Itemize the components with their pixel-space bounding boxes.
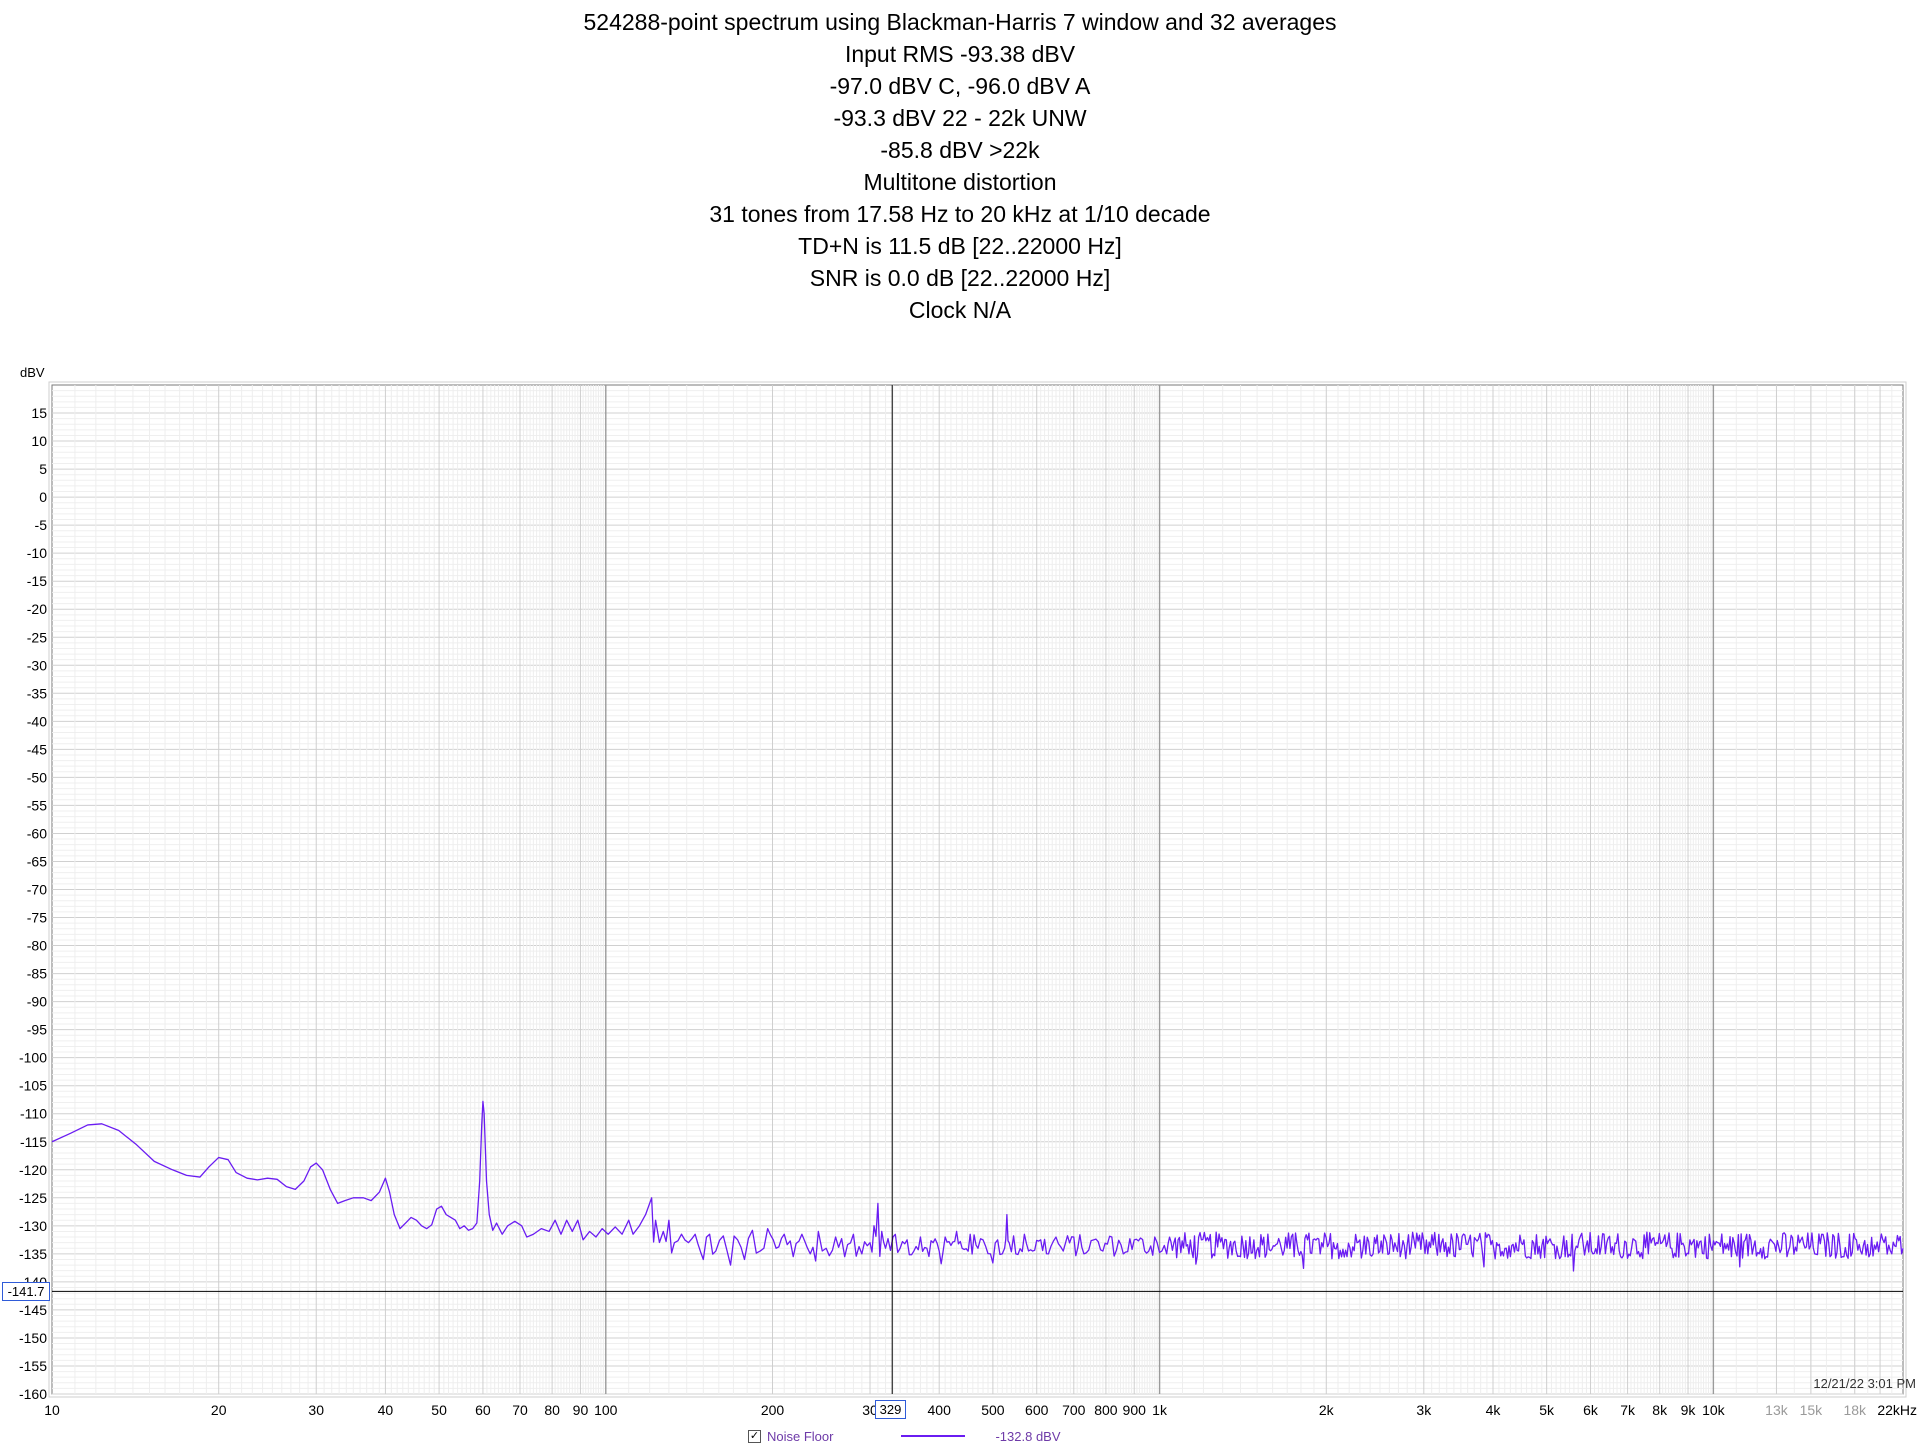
x-tick-label: 13k xyxy=(1765,1402,1789,1418)
x-tick-label: 7k xyxy=(1620,1402,1636,1418)
cursor-x-readout[interactable]: 329 xyxy=(875,1400,906,1419)
legend-checkbox[interactable]: ✓ xyxy=(748,1429,761,1443)
x-tick-label: 100 xyxy=(594,1402,618,1418)
y-tick-label: -25 xyxy=(27,629,47,645)
x-tick-label: 2k xyxy=(1319,1402,1335,1418)
x-tick-label: 10 xyxy=(44,1402,60,1418)
y-tick-label: 5 xyxy=(39,461,47,477)
y-tick-label: -115 xyxy=(20,1134,47,1150)
y-tick-label: -130 xyxy=(19,1218,47,1234)
y-tick-label: -90 xyxy=(27,994,47,1010)
y-tick-label: -50 xyxy=(27,769,47,785)
y-tick-label: -55 xyxy=(27,797,47,813)
y-tick-label: -40 xyxy=(27,713,47,729)
y-tick-label: 0 xyxy=(39,489,47,505)
x-tick-label: 15k xyxy=(1800,1402,1824,1418)
y-tick-label: -145 xyxy=(19,1302,47,1318)
legend-series-name: Noise Floor xyxy=(767,1428,834,1444)
x-tick-label: 8k xyxy=(1652,1402,1668,1418)
y-tick-label: -65 xyxy=(27,853,47,869)
y-tick-label: -30 xyxy=(27,657,47,673)
x-tick-label: 80 xyxy=(544,1402,560,1418)
timestamp-label: 12/21/22 3:01 PM xyxy=(1813,1376,1916,1391)
x-tick-label: 50 xyxy=(431,1402,447,1418)
y-tick-label: -105 xyxy=(19,1078,47,1094)
x-tick-label: 22kHz xyxy=(1877,1402,1917,1418)
y-tick-label: -100 xyxy=(19,1050,47,1066)
y-tick-label: -70 xyxy=(27,882,47,898)
legend-series-value: -132.8 dBV xyxy=(995,1428,1061,1444)
y-tick-label: -5 xyxy=(35,517,48,533)
x-tick-label: 700 xyxy=(1062,1402,1086,1418)
x-tick-label: 200 xyxy=(761,1402,785,1418)
x-tick-label: 400 xyxy=(928,1402,952,1418)
y-axis-unit-label: dBV xyxy=(20,365,45,380)
x-tick-label: 60 xyxy=(475,1402,491,1418)
y-tick-label: -20 xyxy=(27,601,47,617)
x-tick-label: 20 xyxy=(211,1402,227,1418)
x-tick-label: 18k xyxy=(1843,1402,1867,1418)
y-tick-label: -160 xyxy=(19,1386,47,1402)
y-tick-label: -125 xyxy=(19,1190,47,1206)
y-tick-label: -60 xyxy=(27,825,47,841)
x-tick-label: 600 xyxy=(1025,1402,1049,1418)
x-tick-label: 4k xyxy=(1486,1402,1502,1418)
x-tick-label: 40 xyxy=(378,1402,394,1418)
y-tick-label: -155 xyxy=(19,1358,47,1374)
x-tick-label: 3k xyxy=(1416,1402,1432,1418)
y-tick-label: -15 xyxy=(27,573,47,589)
legend: ✓ Noise Floor -132.8 dBV xyxy=(748,1426,1061,1446)
y-tick-label: 10 xyxy=(31,433,47,449)
legend-line-swatch xyxy=(901,1435,966,1437)
x-tick-label: 5k xyxy=(1539,1402,1555,1418)
y-tick-label: -95 xyxy=(27,1022,47,1038)
x-tick-label: 9k xyxy=(1681,1402,1697,1418)
x-tick-label: 90 xyxy=(573,1402,589,1418)
y-tick-label: -120 xyxy=(19,1162,47,1178)
x-tick-label: 500 xyxy=(981,1402,1005,1418)
x-tick-label: 6k xyxy=(1583,1402,1599,1418)
y-tick-label: -110 xyxy=(20,1106,47,1122)
x-tick-label: 1k xyxy=(1152,1402,1168,1418)
y-tick-label: -45 xyxy=(27,741,47,757)
x-tick-label: 900 xyxy=(1123,1402,1147,1418)
x-tick-label: 70 xyxy=(512,1402,528,1418)
x-tick-label: 30 xyxy=(308,1402,324,1418)
cursor-y-readout[interactable]: -141.7 xyxy=(2,1282,50,1301)
spectrum-chart: 151050-5-10-15-20-25-30-35-40-45-50-55-6… xyxy=(19,365,1917,1418)
x-tick-label: 800 xyxy=(1094,1402,1118,1418)
y-tick-label: -150 xyxy=(19,1330,47,1346)
y-tick-label: -10 xyxy=(27,545,47,561)
x-tick-label: 10k xyxy=(1702,1402,1726,1418)
y-tick-label: -35 xyxy=(27,685,47,701)
y-tick-label: 15 xyxy=(31,405,47,421)
y-tick-label: -80 xyxy=(27,938,47,954)
y-tick-label: -85 xyxy=(27,966,47,982)
y-tick-label: -75 xyxy=(27,910,47,926)
y-tick-label: -135 xyxy=(19,1246,47,1262)
